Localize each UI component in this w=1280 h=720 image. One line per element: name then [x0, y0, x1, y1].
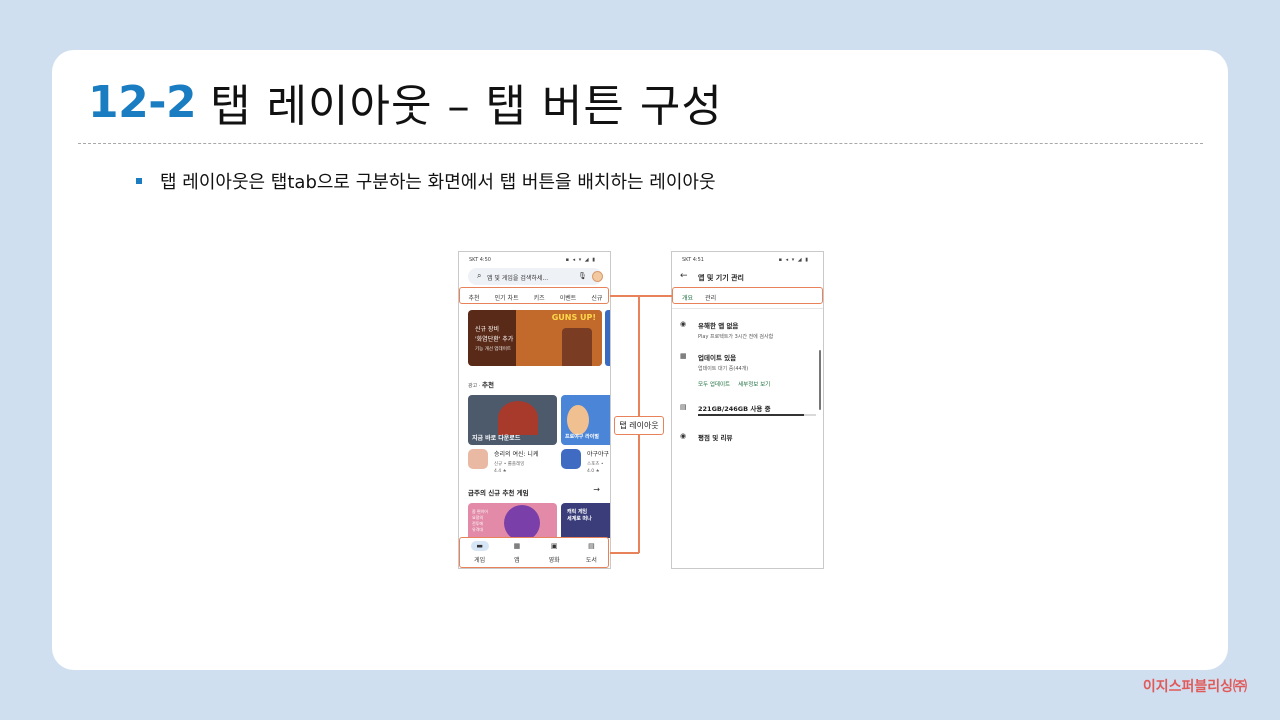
- app-item-baseball[interactable]: 야구야구 스포츠 • 4.0 ★: [561, 449, 609, 474]
- avatar[interactable]: [592, 271, 603, 282]
- slide-title: 12-2 탭 레이아웃 – 탭 버튼 구성: [88, 70, 723, 134]
- connector-line-vertical-lower: [638, 435, 640, 553]
- status-icons: ▪ ◂ ▾ ◢ ▮: [565, 257, 596, 263]
- arrow-right-icon[interactable]: →: [593, 485, 600, 494]
- highlight-bottom-tabs-phone1: [459, 537, 609, 568]
- bullet-square-icon: [136, 178, 142, 184]
- game-art: [498, 401, 538, 435]
- game-card-4[interactable]: 캐릭 게임 세계로 떠나: [561, 503, 610, 541]
- app-rating: 4.0 ★: [587, 469, 600, 474]
- game-art: [504, 505, 540, 541]
- game-art: [567, 405, 589, 435]
- app-name: 승리의 여신: 니케: [494, 451, 539, 458]
- status-icons: ▪ ◂ ▾ ◢ ▮: [778, 257, 809, 263]
- apps-icon: ▦: [680, 352, 687, 360]
- list-item-updates[interactable]: ▦ 업데이트 있음 업데이트 대기 중(44개): [680, 352, 748, 372]
- tab-divider: [672, 308, 823, 309]
- game-caption: 캐릭 게임 세계로 떠나: [567, 509, 592, 522]
- promo-banner[interactable]: GUNS UP! 신규 장비 '화염단환' 추가 기능 개선 업데이트: [468, 310, 602, 366]
- status-time: SKT 4:50: [469, 257, 491, 263]
- bullet-text: 탭 레이아웃은 탭tab으로 구분하는 화면에서 탭 버튼을 배치하는 레이아웃: [160, 172, 716, 193]
- status-time: SKT 4:51: [682, 257, 704, 263]
- banner-line3: 기능 개선 업데이트: [475, 347, 511, 352]
- item-title: 유해한 앱 없음: [698, 322, 739, 330]
- item-subtitle: Play 프로텍트가 3시간 전에 검사함: [698, 334, 774, 340]
- list-item-ratings[interactable]: ◉ 평점 및 리뷰: [680, 432, 732, 442]
- details-link[interactable]: 세부정보 보기: [738, 382, 770, 388]
- app-item-nikke[interactable]: 승리의 여신: 니케 신규 • 롤플레잉 4.4 ★: [468, 449, 538, 474]
- connector-line-bottom: [610, 552, 639, 554]
- app-name: 야구야구: [587, 451, 610, 458]
- section-title: 추천: [481, 381, 494, 389]
- title-divider: [78, 143, 1203, 144]
- screen-title: 앱 및 기기 관리: [698, 274, 744, 282]
- item-title: 업데이트 있음: [698, 354, 737, 362]
- game-card-2[interactable]: 프로야구 라이벌: [561, 395, 610, 445]
- banner-character: [562, 328, 592, 366]
- storage-progress-fill: [698, 414, 804, 416]
- item-title: 221GB/246GB 사용 중: [698, 405, 771, 413]
- game-caption: 지금 바로 다운로드: [472, 435, 521, 442]
- list-item-storage[interactable]: ▤ 221GB/246GB 사용 중: [680, 403, 771, 413]
- mic-icon[interactable]: 🎙: [578, 272, 587, 280]
- star-icon: ◉: [680, 432, 687, 440]
- list-item-protect[interactable]: ◉ 유해한 앱 없음 Play 프로텍트가 3시간 전에 검사함: [680, 320, 773, 340]
- app-category: 신규 • 롤플레잉: [494, 462, 525, 467]
- callout-tab-layout: 탭 레이아웃: [614, 416, 664, 435]
- storage-icon: ▤: [680, 403, 687, 411]
- shield-icon: ◉: [680, 320, 687, 328]
- title-text: 탭 레이아웃 – 탭 버튼 구성: [210, 81, 723, 132]
- banner-line1: 신규 장비: [475, 326, 499, 333]
- app-rating: 4.4 ★: [494, 469, 507, 474]
- search-bar[interactable]: ⌕ 앱 및 게임을 검색하세... 🎙: [468, 268, 603, 285]
- banner-line2: '화염단환' 추가: [475, 336, 514, 343]
- back-arrow-icon[interactable]: ←: [680, 271, 688, 281]
- section-heading-recommend: 광고 · 추천: [468, 379, 494, 389]
- banner-logo: GUNS UP!: [551, 313, 596, 322]
- publisher-logo: 이지스퍼블리싱㈜: [1142, 679, 1247, 695]
- search-placeholder: 앱 및 게임을 검색하세...: [487, 275, 549, 282]
- highlight-top-tabs-phone1: [459, 287, 609, 304]
- title-number: 12-2: [88, 76, 197, 128]
- game-card-1[interactable]: 지금 바로 다운로드: [468, 395, 557, 445]
- game-caption: 프로야구 라이벌: [565, 434, 599, 440]
- connector-line-top: [610, 295, 672, 297]
- bullet-item: 탭 레이아웃은 탭tab으로 구분하는 화면에서 탭 버튼을 배치하는 레이아웃: [136, 168, 716, 194]
- game-caption: 좀 편이어 요정의 전투에 유격대: [472, 509, 488, 532]
- next-banner-peek[interactable]: [605, 310, 610, 366]
- highlight-top-tabs-phone2: [672, 287, 823, 304]
- update-all-link[interactable]: 모두 업데이트: [698, 382, 730, 388]
- storage-progress-bar: [698, 414, 816, 416]
- section-heading-new-games: 금주의 신규 추천 게임: [468, 489, 529, 497]
- item-subtitle: 업데이트 대기 중(44개): [698, 366, 749, 372]
- app-category: 스포츠 •: [587, 462, 604, 467]
- app-icon: [561, 449, 581, 469]
- scrollbar[interactable]: [819, 350, 821, 410]
- connector-line-vertical-upper: [638, 295, 640, 416]
- game-card-3[interactable]: 좀 편이어 요정의 전투에 유격대: [468, 503, 557, 541]
- item-title: 평점 및 리뷰: [698, 434, 733, 442]
- search-icon: ⌕: [477, 271, 482, 280]
- update-links: 모두 업데이트 세부정보 보기: [698, 380, 778, 388]
- app-icon: [468, 449, 488, 469]
- ad-label: 광고 ·: [468, 383, 482, 389]
